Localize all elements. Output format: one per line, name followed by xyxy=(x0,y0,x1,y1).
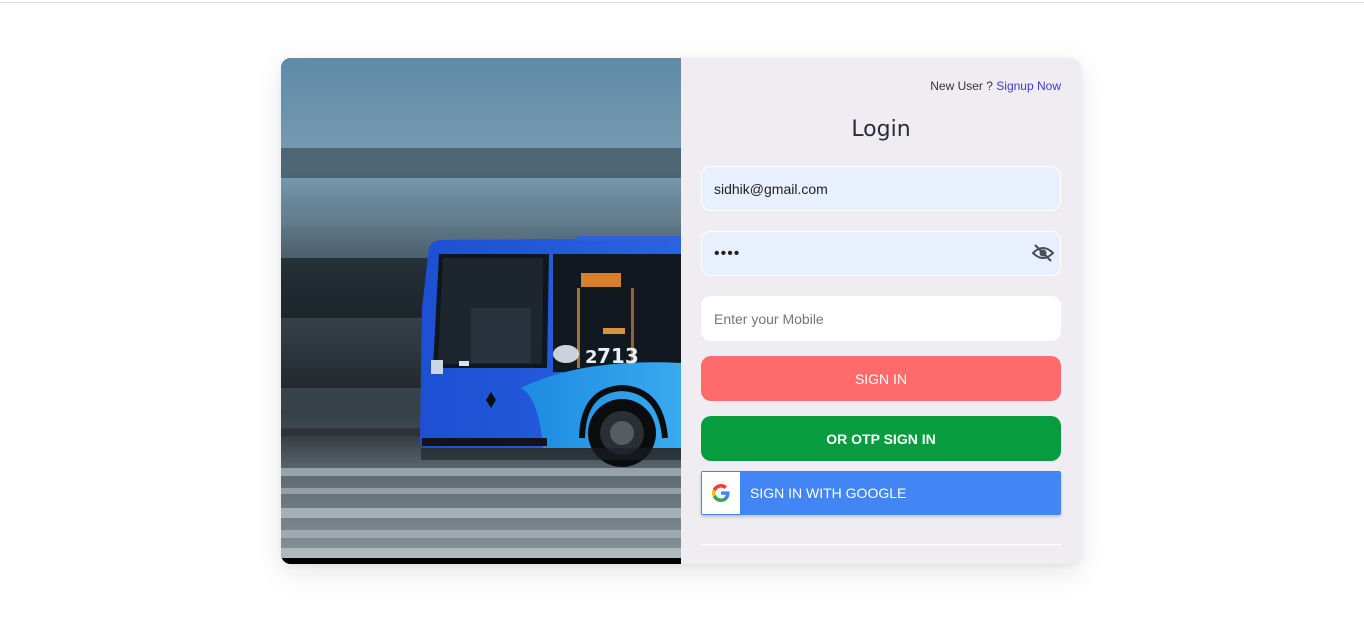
google-sign-in-button[interactable]: SIGN IN WITH GOOGLE xyxy=(701,471,1061,515)
bus-number-text: 713 xyxy=(597,344,639,368)
new-user-text: New User ? xyxy=(930,79,993,93)
login-panel: New User ? Signup Now Login SIGN IN OR O… xyxy=(681,58,1081,564)
email-field[interactable] xyxy=(701,166,1061,211)
mobile-field[interactable] xyxy=(701,296,1061,341)
sign-in-button[interactable]: SIGN IN xyxy=(701,356,1061,401)
signup-prompt: New User ? Signup Now xyxy=(930,79,1061,93)
otp-sign-in-button[interactable]: OR OTP SIGN IN xyxy=(701,416,1061,461)
form-divider xyxy=(701,544,1061,545)
top-divider xyxy=(0,2,1364,3)
password-field[interactable] xyxy=(701,231,1061,276)
login-card: 2 713 New User ? Signup Now Login sidhik… xyxy=(281,58,1081,564)
google-g-icon xyxy=(702,472,740,514)
login-title: Login xyxy=(851,117,911,142)
eye-off-icon[interactable] xyxy=(1031,244,1055,262)
signup-link[interactable]: Signup Now xyxy=(996,79,1061,93)
google-sign-in-label: SIGN IN WITH GOOGLE xyxy=(750,485,907,501)
svg-text:2: 2 xyxy=(585,347,598,368)
bus-photo: 2 713 xyxy=(281,58,681,564)
